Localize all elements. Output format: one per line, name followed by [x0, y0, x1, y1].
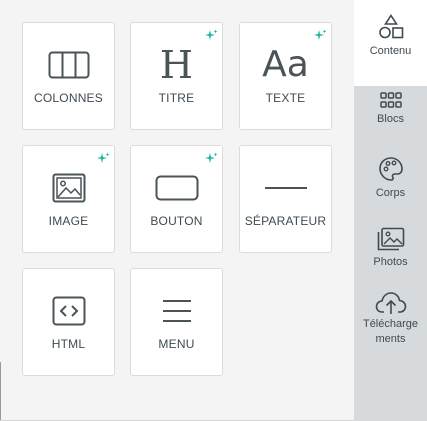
text-glyph: Aa [262, 44, 309, 85]
sidebar-tab-label: Contenu [369, 45, 412, 57]
text-icon: Aa [240, 41, 331, 89]
tile-label: IMAGE [48, 214, 89, 228]
sidebar-tab-corps[interactable]: Corps [354, 156, 427, 206]
tile-label: BOUTON [150, 214, 203, 228]
sidebar-tab-label: Corps [375, 187, 406, 199]
tile-columns[interactable]: COLONNES [22, 22, 115, 130]
tile-label: COLONNES [34, 91, 103, 105]
button-icon [131, 164, 222, 212]
blocks-grid-icon [379, 92, 402, 108]
tile-label: SÉPARATEUR [244, 214, 327, 228]
divider-icon [240, 164, 331, 212]
tile-heading[interactable]: H TITRE [130, 22, 223, 130]
html-code-icon [23, 287, 114, 335]
sidebar-tab-label: Télécharge ments [362, 318, 419, 345]
sidebar-tab-blocs[interactable]: Blocs [354, 90, 427, 140]
sidebar-tab-label: Photos [373, 256, 408, 268]
cloud-upload-icon [375, 292, 406, 314]
editor-panel: COLONNES H TITRE Aa TEXTE IMAGE BOUTON S… [0, 0, 427, 421]
content-blocks-panel: COLONNES H TITRE Aa TEXTE IMAGE BOUTON S… [0, 0, 354, 421]
tile-label: TITRE [158, 91, 195, 105]
sidebar-tab-telechargements[interactable]: Télécharge ments [354, 291, 427, 355]
sidebar-tab-label: Blocs [377, 113, 404, 125]
tile-text[interactable]: Aa TEXTE [239, 22, 332, 130]
sidebar-tab-contenu[interactable]: Contenu [354, 0, 427, 86]
tile-divider[interactable]: SÉPARATEUR [239, 145, 332, 253]
heading-icon: H [131, 41, 222, 89]
tile-label: MENU [158, 337, 195, 351]
menu-icon [131, 287, 222, 335]
photos-icon [377, 227, 404, 251]
sidebar-tab-photos[interactable]: Photos [354, 227, 427, 277]
sidebar: Contenu Blocs Corps Photos Télécharge me… [354, 0, 427, 421]
tile-html[interactable]: HTML [22, 268, 115, 376]
tile-button[interactable]: BOUTON [130, 145, 223, 253]
heading-glyph: H [159, 43, 194, 87]
palette-icon [378, 157, 403, 181]
tile-menu[interactable]: MENU [130, 268, 223, 376]
panel-border [0, 362, 1, 421]
columns-icon [23, 41, 114, 89]
tile-label: HTML [51, 337, 86, 351]
image-icon [23, 164, 114, 212]
shapes-icon [378, 14, 403, 39]
tile-label: TEXTE [265, 91, 306, 105]
tile-image[interactable]: IMAGE [22, 145, 115, 253]
